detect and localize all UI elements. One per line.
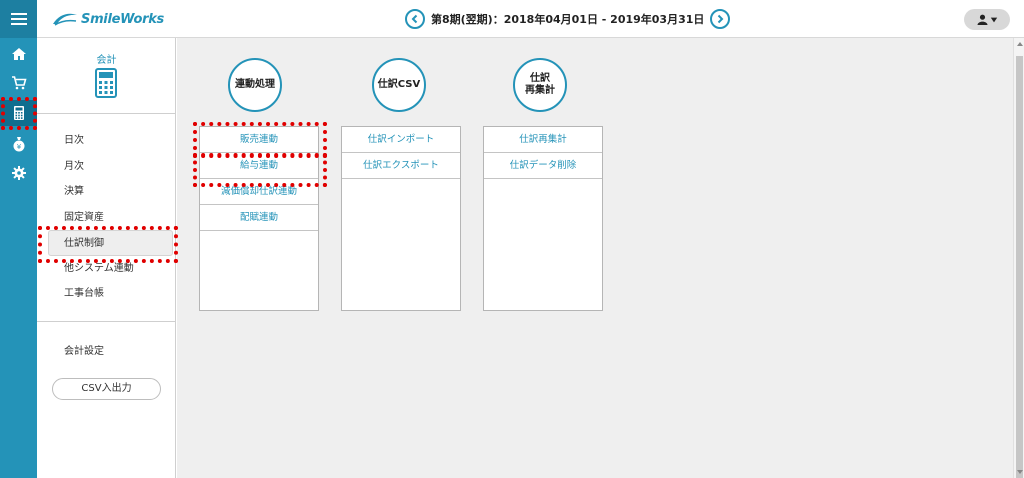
menu-title: 会計 xyxy=(96,55,117,66)
vertical-scrollbar[interactable] xyxy=(1013,38,1024,478)
main-content: 連動処理 販売連動 給与連動 減価償却仕訳連動 配賦連動 仕訳CSV 仕訳インポ… xyxy=(177,38,1013,478)
linkage-processing-label: 連動処理 xyxy=(235,79,275,90)
journal-recalc-link[interactable]: 仕訳再集計 xyxy=(484,127,602,153)
menu-header: 会計 xyxy=(37,38,176,114)
home-icon[interactable] xyxy=(0,41,37,67)
journal-data-delete-link[interactable]: 仕訳データ削除 xyxy=(484,153,602,179)
user-icon xyxy=(976,14,988,25)
menu-item-closing[interactable]: 決算 xyxy=(37,179,176,205)
scroll-up-arrow-icon[interactable] xyxy=(1017,42,1023,46)
menu-item-fixed-assets[interactable]: 固定資産 xyxy=(37,205,176,231)
svg-text:¥: ¥ xyxy=(16,143,21,151)
journal-recalc-circle: 仕訳 再集計 xyxy=(513,58,567,112)
previous-period-button[interactable] xyxy=(405,9,425,29)
journal-csv-panel: 仕訳インポート 仕訳エクスポート xyxy=(341,126,461,311)
menu-item-accounting-settings[interactable]: 会計設定 xyxy=(64,342,104,357)
journal-recalc-label-line2: 再集計 xyxy=(525,85,555,96)
hamburger-menu-icon[interactable] xyxy=(0,0,37,38)
caret-down-icon xyxy=(990,17,997,22)
sales-linkage-link[interactable]: 販売連動 xyxy=(200,127,318,153)
accounting-menu: 会計 日次 月次 決算 固定資産 仕訳制御 他システム連動 工事台帳 会計設定 … xyxy=(37,38,176,478)
menu-item-monthly[interactable]: 月次 xyxy=(37,154,176,180)
menu-item-daily[interactable]: 日次 xyxy=(37,128,176,154)
journal-import-link[interactable]: 仕訳インポート xyxy=(342,127,460,153)
csv-io-button[interactable]: CSV入出力 xyxy=(52,378,161,400)
period-selector: 第8期(翌期)：2018年04月01日 - 2019年03月31日 xyxy=(405,8,731,30)
journal-recalc-label-line1: 仕訳 xyxy=(530,73,550,84)
logo-swoosh-icon xyxy=(53,13,77,26)
depreciation-journal-linkage-link[interactable]: 減価償却仕訳連動 xyxy=(200,179,318,205)
journal-csv-circle: 仕訳CSV xyxy=(372,58,426,112)
menu-divider xyxy=(37,321,176,322)
cart-icon[interactable] xyxy=(0,70,37,96)
calculator-large-icon xyxy=(95,68,117,98)
period-label: 第8期(翌期)：2018年04月01日 - 2019年03月31日 xyxy=(431,13,705,26)
icon-rail: ¥ xyxy=(0,0,37,478)
gear-icon[interactable] xyxy=(0,160,37,186)
journal-csv-label: 仕訳CSV xyxy=(377,79,421,90)
money-bag-icon[interactable]: ¥ xyxy=(0,131,37,157)
logo-text: SmileWorks xyxy=(81,11,164,27)
chevron-left-icon xyxy=(411,14,418,24)
menu-item-construction-ledger[interactable]: 工事台帳 xyxy=(37,281,176,307)
scrollbar-thumb[interactable] xyxy=(1016,56,1023,478)
menu-item-other-system-link[interactable]: 他システム連動 xyxy=(37,256,176,282)
journal-recalc-panel: 仕訳再集計 仕訳データ削除 xyxy=(483,126,603,311)
menu-item-journal-control[interactable]: 仕訳制御 xyxy=(48,230,173,256)
scroll-down-arrow-icon[interactable] xyxy=(1017,470,1023,474)
payroll-linkage-link[interactable]: 給与連動 xyxy=(200,153,318,179)
calculator-icon[interactable] xyxy=(0,100,37,126)
chevron-right-icon xyxy=(718,14,724,24)
top-header: SmileWorks 第8期(翌期)：2018年04月01日 - 2019年03… xyxy=(37,0,1024,38)
journal-recalc-label: 仕訳 再集計 xyxy=(525,73,555,97)
user-menu-button[interactable] xyxy=(964,9,1010,30)
smileworks-logo[interactable]: SmileWorks xyxy=(51,8,164,30)
linkage-processing-panel: 販売連動 給与連動 減価償却仕訳連動 配賦連動 xyxy=(199,126,319,311)
journal-export-link[interactable]: 仕訳エクスポート xyxy=(342,153,460,179)
next-period-button[interactable] xyxy=(710,9,731,29)
menu-items: 日次 月次 決算 固定資産 仕訳制御 他システム連動 工事台帳 xyxy=(37,128,176,307)
allocation-linkage-link[interactable]: 配賦連動 xyxy=(200,205,318,231)
linkage-processing-circle: 連動処理 xyxy=(228,58,282,112)
